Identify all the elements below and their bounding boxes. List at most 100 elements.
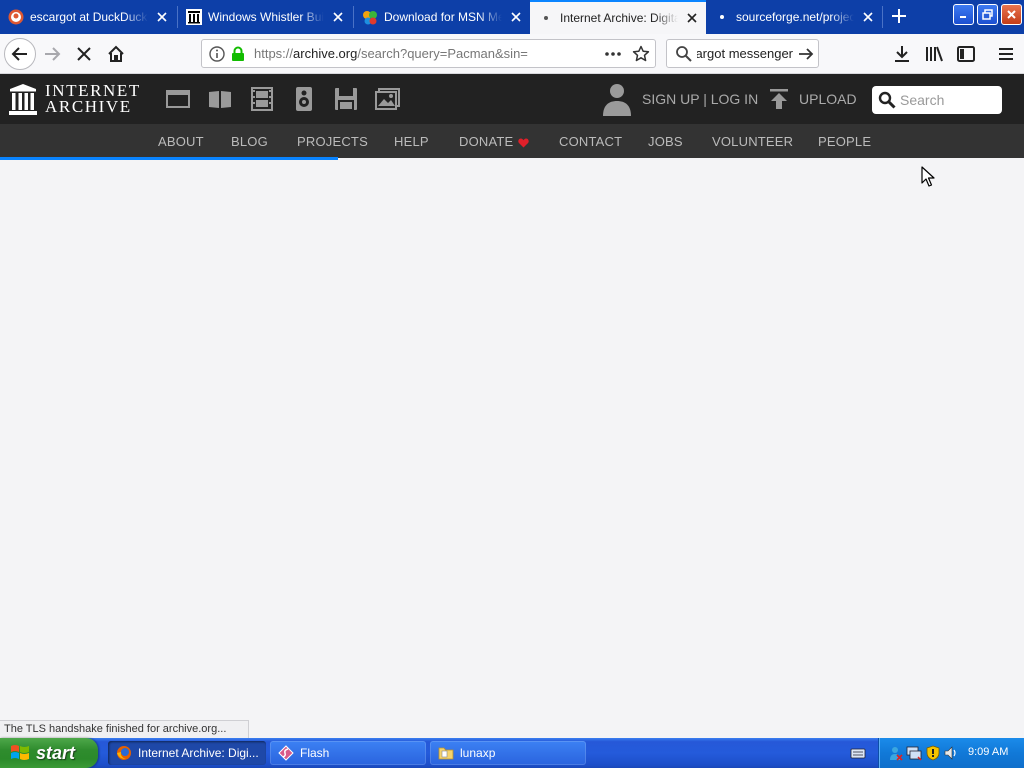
start-button[interactable]: start	[0, 738, 98, 768]
forward-arrow-icon	[45, 47, 61, 61]
taskbar-button-label: Flash	[300, 746, 330, 760]
taskbar-button-label: lunaxp	[460, 746, 496, 760]
menu-icon[interactable]	[996, 44, 1016, 64]
search-icon	[676, 45, 692, 62]
nav-help[interactable]: HELP	[394, 134, 429, 149]
flash-icon	[278, 745, 294, 761]
library-icon[interactable]	[924, 44, 944, 64]
ia-logo-text: INTERNET ARCHIVE	[45, 81, 141, 116]
keyboard-icon[interactable]	[850, 746, 866, 760]
close-icon[interactable]	[154, 9, 170, 25]
restore-icon	[982, 9, 993, 20]
video-icon[interactable]	[249, 86, 275, 112]
messenger-status-icon[interactable]	[887, 745, 903, 761]
minimize-button[interactable]	[953, 4, 974, 25]
nav-volunteer[interactable]: VOLUNTEER	[712, 134, 793, 149]
system-tray: 9:09 AM	[878, 738, 1024, 768]
sidebar-icon[interactable]	[956, 44, 976, 64]
tab-label: Download for MSN Messenger	[384, 10, 502, 24]
page-content-area	[0, 160, 1024, 738]
sign-up-log-in-link[interactable]: SIGN UP | LOG IN	[642, 91, 758, 107]
stop-icon	[77, 47, 91, 61]
nav-about[interactable]: ABOUT	[158, 134, 204, 149]
msn-butterfly-icon	[362, 9, 378, 25]
network-icon[interactable]	[906, 745, 922, 761]
texts-icon[interactable]	[207, 86, 233, 112]
nav-donate-label[interactable]: DONATE	[459, 134, 513, 149]
ia-search-input[interactable]	[900, 92, 996, 108]
taskbar-button-flash[interactable]: Flash	[270, 741, 426, 765]
close-icon	[1007, 10, 1016, 19]
go-arrow-icon[interactable]	[797, 45, 815, 63]
taskbar-button-lunaxp[interactable]: lunaxp	[430, 741, 586, 765]
ia-header: INTERNET ARCHIVE SIGN UP | LOG IN UPLOAD	[0, 74, 1024, 124]
search-value: escargot messenger	[697, 46, 793, 61]
mouse-cursor-icon	[921, 166, 935, 187]
folder-icon	[438, 747, 454, 760]
back-arrow-icon	[11, 47, 27, 61]
tab-msn-download[interactable]: Download for MSN Messenger	[354, 2, 530, 32]
ia-search-box[interactable]	[872, 86, 1002, 114]
clock: 9:09 AM	[968, 746, 1009, 758]
status-bar: The TLS handshake finished for archive.o…	[0, 720, 250, 738]
back-button[interactable]	[4, 38, 36, 70]
nav-donate[interactable]: DONATE	[459, 134, 530, 149]
window-close-button[interactable]	[1001, 4, 1022, 25]
internet-archive-icon	[186, 9, 202, 25]
nav-projects[interactable]: PROJECTS	[297, 134, 368, 149]
downloads-icon[interactable]	[892, 44, 912, 64]
nav-people[interactable]: PEOPLE	[818, 134, 871, 149]
nav-blog[interactable]: BLOG	[231, 134, 268, 149]
duckduckgo-icon	[8, 9, 24, 25]
minimize-icon	[960, 16, 966, 18]
images-icon[interactable]	[375, 86, 401, 112]
address-bar[interactable]: https://archive.org/search?query=Pacman&…	[201, 39, 656, 68]
user-avatar-icon[interactable]	[602, 82, 632, 116]
close-icon[interactable]	[330, 9, 346, 25]
nav-contact[interactable]: CONTACT	[559, 134, 622, 149]
home-icon	[108, 45, 124, 62]
upload-link[interactable]: UPLOAD	[799, 91, 857, 107]
stop-button[interactable]	[72, 42, 96, 66]
search-icon	[878, 91, 896, 109]
tab-label: Windows Whistler Build	[208, 10, 324, 24]
firefox-icon	[117, 746, 131, 760]
tab-whistler[interactable]: Windows Whistler Build	[178, 2, 352, 32]
new-tab-button[interactable]	[888, 5, 910, 27]
navigation-toolbar: https://archive.org/search?query=Pacman&…	[0, 34, 1024, 74]
url-text: https://archive.org/search?query=Pacman&…	[254, 46, 528, 61]
nav-jobs[interactable]: JOBS	[648, 134, 683, 149]
ia-logo[interactable]: INTERNET ARCHIVE	[9, 81, 141, 116]
web-icon[interactable]	[165, 86, 191, 112]
close-icon[interactable]	[684, 10, 700, 26]
restore-button[interactable]	[977, 4, 998, 25]
volume-icon[interactable]	[943, 745, 959, 761]
close-icon[interactable]	[508, 9, 524, 25]
tab-label: sourceforge.net/projects	[736, 10, 854, 24]
start-label: start	[36, 742, 76, 763]
plus-icon	[892, 9, 906, 23]
tab-label: escargot at DuckDuckGo	[30, 10, 148, 24]
ia-nav-bar: ABOUT BLOG PROJECTS HELP DONATE CONTACT …	[0, 124, 1024, 158]
internet-archive-logo-icon	[9, 83, 37, 115]
browser-search-field[interactable]: escargot messenger	[666, 39, 819, 68]
heart-icon	[518, 138, 530, 148]
close-icon[interactable]	[860, 9, 876, 25]
loading-dot-icon	[538, 10, 554, 26]
forward-button[interactable]	[40, 42, 64, 66]
security-shield-icon[interactable]	[925, 745, 941, 761]
taskbar-button-firefox[interactable]: Internet Archive: Digi...	[108, 741, 266, 765]
tab-label: Internet Archive: Digital Library	[560, 11, 678, 25]
audio-icon[interactable]	[291, 86, 317, 112]
tab-sourceforge[interactable]: sourceforge.net/projects	[706, 2, 882, 32]
software-icon[interactable]	[333, 86, 359, 112]
upload-icon[interactable]	[768, 88, 790, 110]
windows-flag-icon	[11, 745, 29, 760]
home-button[interactable]	[104, 42, 128, 66]
loading-dot-icon	[714, 9, 730, 25]
tab-duckduckgo[interactable]: escargot at DuckDuckGo	[0, 2, 176, 32]
bookmark-star-icon[interactable]	[632, 45, 650, 63]
tab-strip: escargot at DuckDuckGo Windows Whistler …	[0, 0, 1024, 34]
page-actions-icon[interactable]	[604, 46, 622, 62]
tab-internet-archive[interactable]: Internet Archive: Digital Library	[530, 0, 706, 34]
